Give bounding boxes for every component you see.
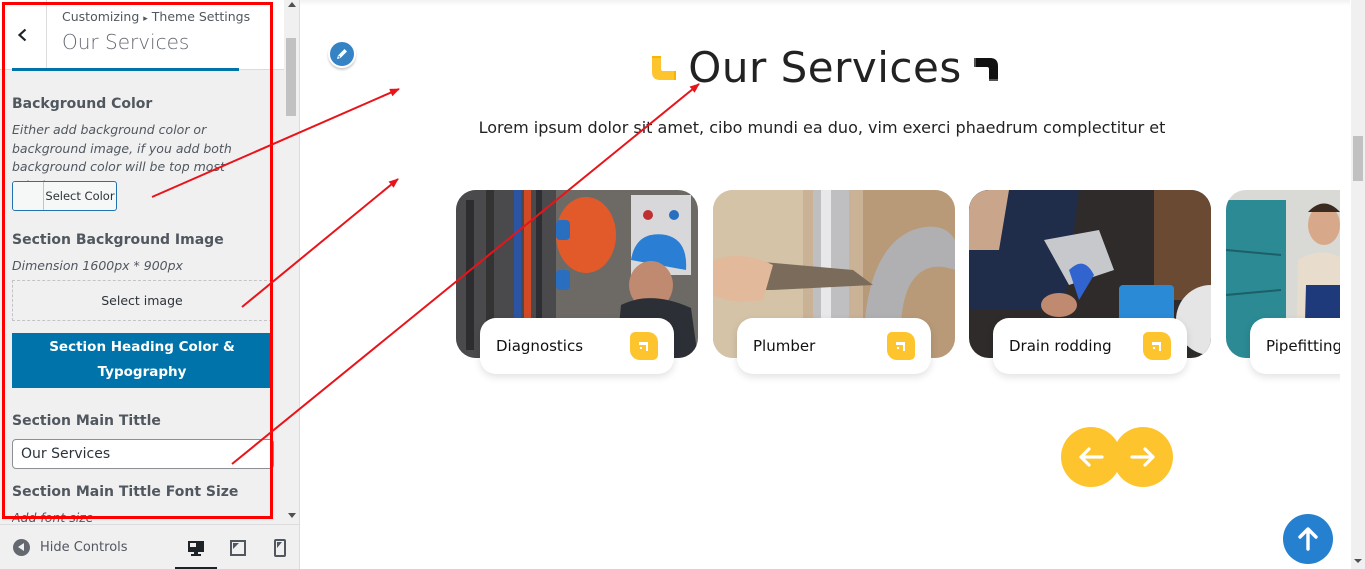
service-name: Pipefitting [1266, 337, 1340, 355]
section-heading: Our Services [650, 40, 1000, 95]
select-color-label: Select Color [45, 189, 115, 203]
chevron-left-icon [17, 28, 27, 41]
faucet-icon [887, 332, 915, 360]
pipe-elbow-right-icon [973, 57, 998, 81]
color-swatch [13, 182, 44, 210]
customizer-sidebar: Customizing ▸ Theme Settings Our Service… [0, 0, 300, 569]
scrollbar-thumb[interactable] [286, 38, 296, 116]
service-name: Diagnostics [496, 337, 584, 355]
edit-shortcut-button[interactable] [328, 40, 356, 68]
bg-color-label: Background Color [12, 96, 153, 112]
preview-scrollbar[interactable] [1351, 0, 1365, 569]
breadcrumb-root: Customizing [62, 9, 140, 24]
service-label[interactable]: Drain rodding [993, 318, 1187, 374]
section-description-text: Lorem ipsum dolor sit amet, cibo mundi e… [478, 118, 1166, 137]
collapse-icon [13, 539, 30, 556]
pipe-elbow-left-icon [652, 55, 677, 80]
tablet-preview-icon[interactable] [229, 539, 247, 557]
heading-typography-button[interactable]: Section Heading Color & Typography [12, 333, 272, 388]
bg-image-label: Section Background Image [12, 232, 224, 248]
service-label[interactable]: Pipefitting [1250, 318, 1340, 374]
select-color-button[interactable]: Select Color [12, 181, 117, 211]
desktop-preview-icon[interactable] [187, 539, 205, 557]
carousel-next-button[interactable] [1113, 427, 1173, 487]
service-label[interactable]: Plumber [737, 318, 931, 374]
pencil-icon [337, 49, 347, 59]
carousel-prev-button[interactable] [1061, 427, 1121, 487]
customizer-footer: Hide Controls [0, 524, 299, 569]
back-button[interactable] [0, 0, 47, 69]
hide-controls-label: Hide Controls [40, 540, 128, 555]
section-title-text: Our Services [688, 43, 962, 92]
font-size-description: Add font size [12, 510, 94, 523]
mobile-preview-icon[interactable] [271, 539, 289, 557]
main-title-label: Section Main Tittle [12, 413, 161, 429]
arrow-up-icon [1298, 527, 1318, 551]
preview-scroll-down-arrow-icon[interactable] [1354, 559, 1362, 563]
faucet-icon [630, 332, 658, 360]
main-title-font-size-label: Section Main Tittle Font Size [12, 484, 239, 500]
services-carousel: Diagnostics Plumber Drain rodding Pipefi… [456, 190, 1340, 390]
faucet-icon [1143, 332, 1171, 360]
heading-typography-line1: Section Heading Color & [49, 339, 235, 355]
preview-scrollbar-thumb[interactable] [1353, 136, 1363, 181]
section-description: Lorem ipsum dolor sit amet, cibo mundi e… [300, 118, 1350, 137]
header-underline [12, 68, 239, 71]
service-name: Plumber [753, 337, 816, 355]
customizer-section-header: Customizing ▸ Theme Settings Our Service… [0, 0, 284, 70]
section-title: Our Services [62, 30, 190, 54]
sidebar-scrollbar[interactable] [284, 0, 299, 524]
hide-controls-button[interactable]: Hide Controls [13, 539, 128, 556]
scroll-up-arrow-icon[interactable] [288, 2, 296, 7]
service-name: Drain rodding [1009, 337, 1112, 355]
select-image-button[interactable]: Select image [12, 280, 272, 321]
service-label[interactable]: Diagnostics [480, 318, 674, 374]
heading-typography-line2: Typography [97, 364, 187, 380]
scroll-down-arrow-icon[interactable] [288, 513, 296, 518]
breadcrumb-section: Theme Settings [151, 9, 251, 24]
service-card[interactable]: Pipefitting [1226, 190, 1340, 380]
scroll-to-top-button[interactable] [1283, 514, 1333, 564]
arrow-right-icon [1130, 447, 1155, 467]
arrow-left-icon [1079, 447, 1104, 467]
service-card[interactable]: Plumber [713, 190, 955, 380]
main-title-input[interactable] [12, 439, 274, 469]
breadcrumb-separator: ▸ [143, 14, 148, 24]
preview-top-shadow [300, 0, 1350, 6]
service-card[interactable]: Drain rodding [969, 190, 1211, 380]
breadcrumb: Customizing ▸ Theme Settings [62, 9, 250, 24]
site-preview: Our Services Lorem ipsum dolor sit amet,… [300, 0, 1365, 569]
service-card[interactable]: Diagnostics [456, 190, 698, 380]
bg-image-description: Dimension 1600px * 900px [12, 258, 183, 273]
